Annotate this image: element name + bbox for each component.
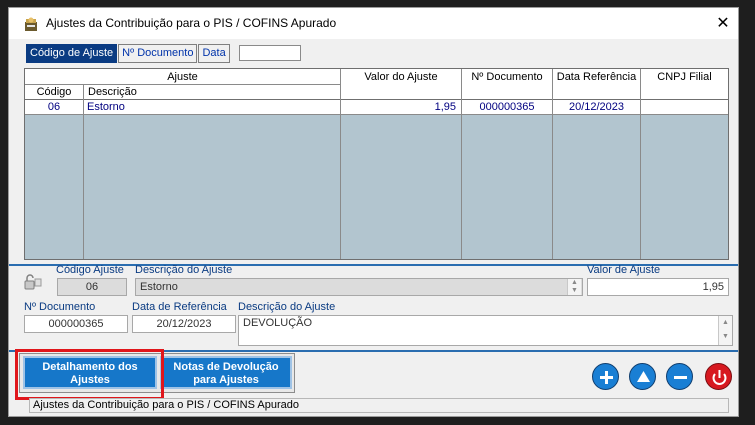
codigo-ajuste-label: Código Ajuste <box>56 264 124 276</box>
header-divider <box>25 84 340 85</box>
header-data-referencia[interactable]: Data Referência <box>553 71 640 83</box>
minus-icon <box>674 376 687 379</box>
col-divider <box>640 69 641 259</box>
notas-line1: Notas de Devolução <box>173 361 279 373</box>
tab-codigo-ajuste[interactable]: Código de Ajuste <box>26 44 118 63</box>
exit-button[interactable] <box>705 363 732 390</box>
close-icon[interactable]: ✕ <box>708 8 738 39</box>
status-bar: Ajustes da Contribuição para o PIS / COF… <box>29 398 729 413</box>
cell-codigo: 06 <box>47 101 61 113</box>
arrow-up-icon <box>637 371 650 382</box>
documento-label: Nº Documento <box>24 301 96 313</box>
cell-descricao: Estorno <box>87 101 125 113</box>
app-window: Ajustes da Contribuição para o PIS / COF… <box>8 7 739 417</box>
tab-data[interactable]: Data <box>198 44 230 63</box>
highlight-box <box>15 349 164 400</box>
notas-line2: para Ajustes <box>193 374 259 386</box>
descricao-ajuste-label: Descrição do Ajuste <box>135 264 233 276</box>
title-bar: Ajustes da Contribuição para o PIS / COF… <box>9 8 738 39</box>
cell-documento: 000000365 <box>479 101 535 113</box>
remove-button[interactable] <box>666 363 693 390</box>
grid-header: Ajuste Código Descrição Valor do Ajuste … <box>25 69 728 100</box>
data-referencia-field[interactable]: 20/12/2023 <box>132 315 236 333</box>
descricao-documento-textarea[interactable]: DEVOLUÇÃO <box>238 315 733 346</box>
cell-data: 20/12/2023 <box>568 101 625 113</box>
data-referencia-label: Data de Referência <box>132 301 227 313</box>
header-descricao[interactable]: Descrição <box>88 86 137 98</box>
move-up-button[interactable] <box>629 363 656 390</box>
power-icon <box>712 370 727 385</box>
tab-numero-documento[interactable]: Nº Documento <box>118 44 198 63</box>
col-divider <box>552 69 553 259</box>
descricao-ajuste-field[interactable]: Estorno <box>135 278 583 296</box>
plus-icon <box>600 371 613 384</box>
cell-valor: 1,95 <box>434 101 456 113</box>
codigo-ajuste-field[interactable]: 06 <box>57 278 127 296</box>
textarea-scrollbar[interactable]: ▲ ▼ <box>718 316 732 345</box>
header-documento[interactable]: Nº Documento <box>462 71 552 83</box>
col-divider <box>83 84 84 259</box>
valor-ajuste-label: Valor de Ajuste <box>587 264 661 276</box>
valor-ajuste-field[interactable]: 1,95 <box>587 278 729 296</box>
description-spin-icon[interactable]: ▲ ▼ <box>567 279 581 295</box>
col-divider <box>340 69 341 259</box>
documento-field[interactable]: 000000365 <box>24 315 128 333</box>
descricao-documento-label: Descrição do Ajuste <box>238 301 336 313</box>
header-ajuste-group: Ajuste <box>167 71 198 83</box>
header-codigo[interactable]: Código <box>25 86 83 98</box>
search-tabs: Código de Ajuste Nº Documento Data <box>26 44 301 63</box>
header-valor[interactable]: Valor do Ajuste <box>341 71 461 83</box>
app-logo-icon <box>25 17 37 31</box>
tab-search-input[interactable] <box>238 45 301 61</box>
window-title: Ajustes da Contribuição para o PIS / COF… <box>46 16 337 30</box>
adjustments-grid[interactable]: Ajuste Código Descrição Valor do Ajuste … <box>24 68 729 260</box>
lock-icon <box>24 274 42 290</box>
header-cnpj-filial[interactable]: CNPJ Filial <box>641 71 728 83</box>
notas-devolucao-button[interactable]: Notas de Devolução para Ajustes <box>160 356 292 389</box>
col-divider <box>461 69 462 259</box>
add-button[interactable] <box>592 363 619 390</box>
table-row[interactable]: 06 Estorno 1,95 000000365 20/12/2023 <box>25 100 728 115</box>
